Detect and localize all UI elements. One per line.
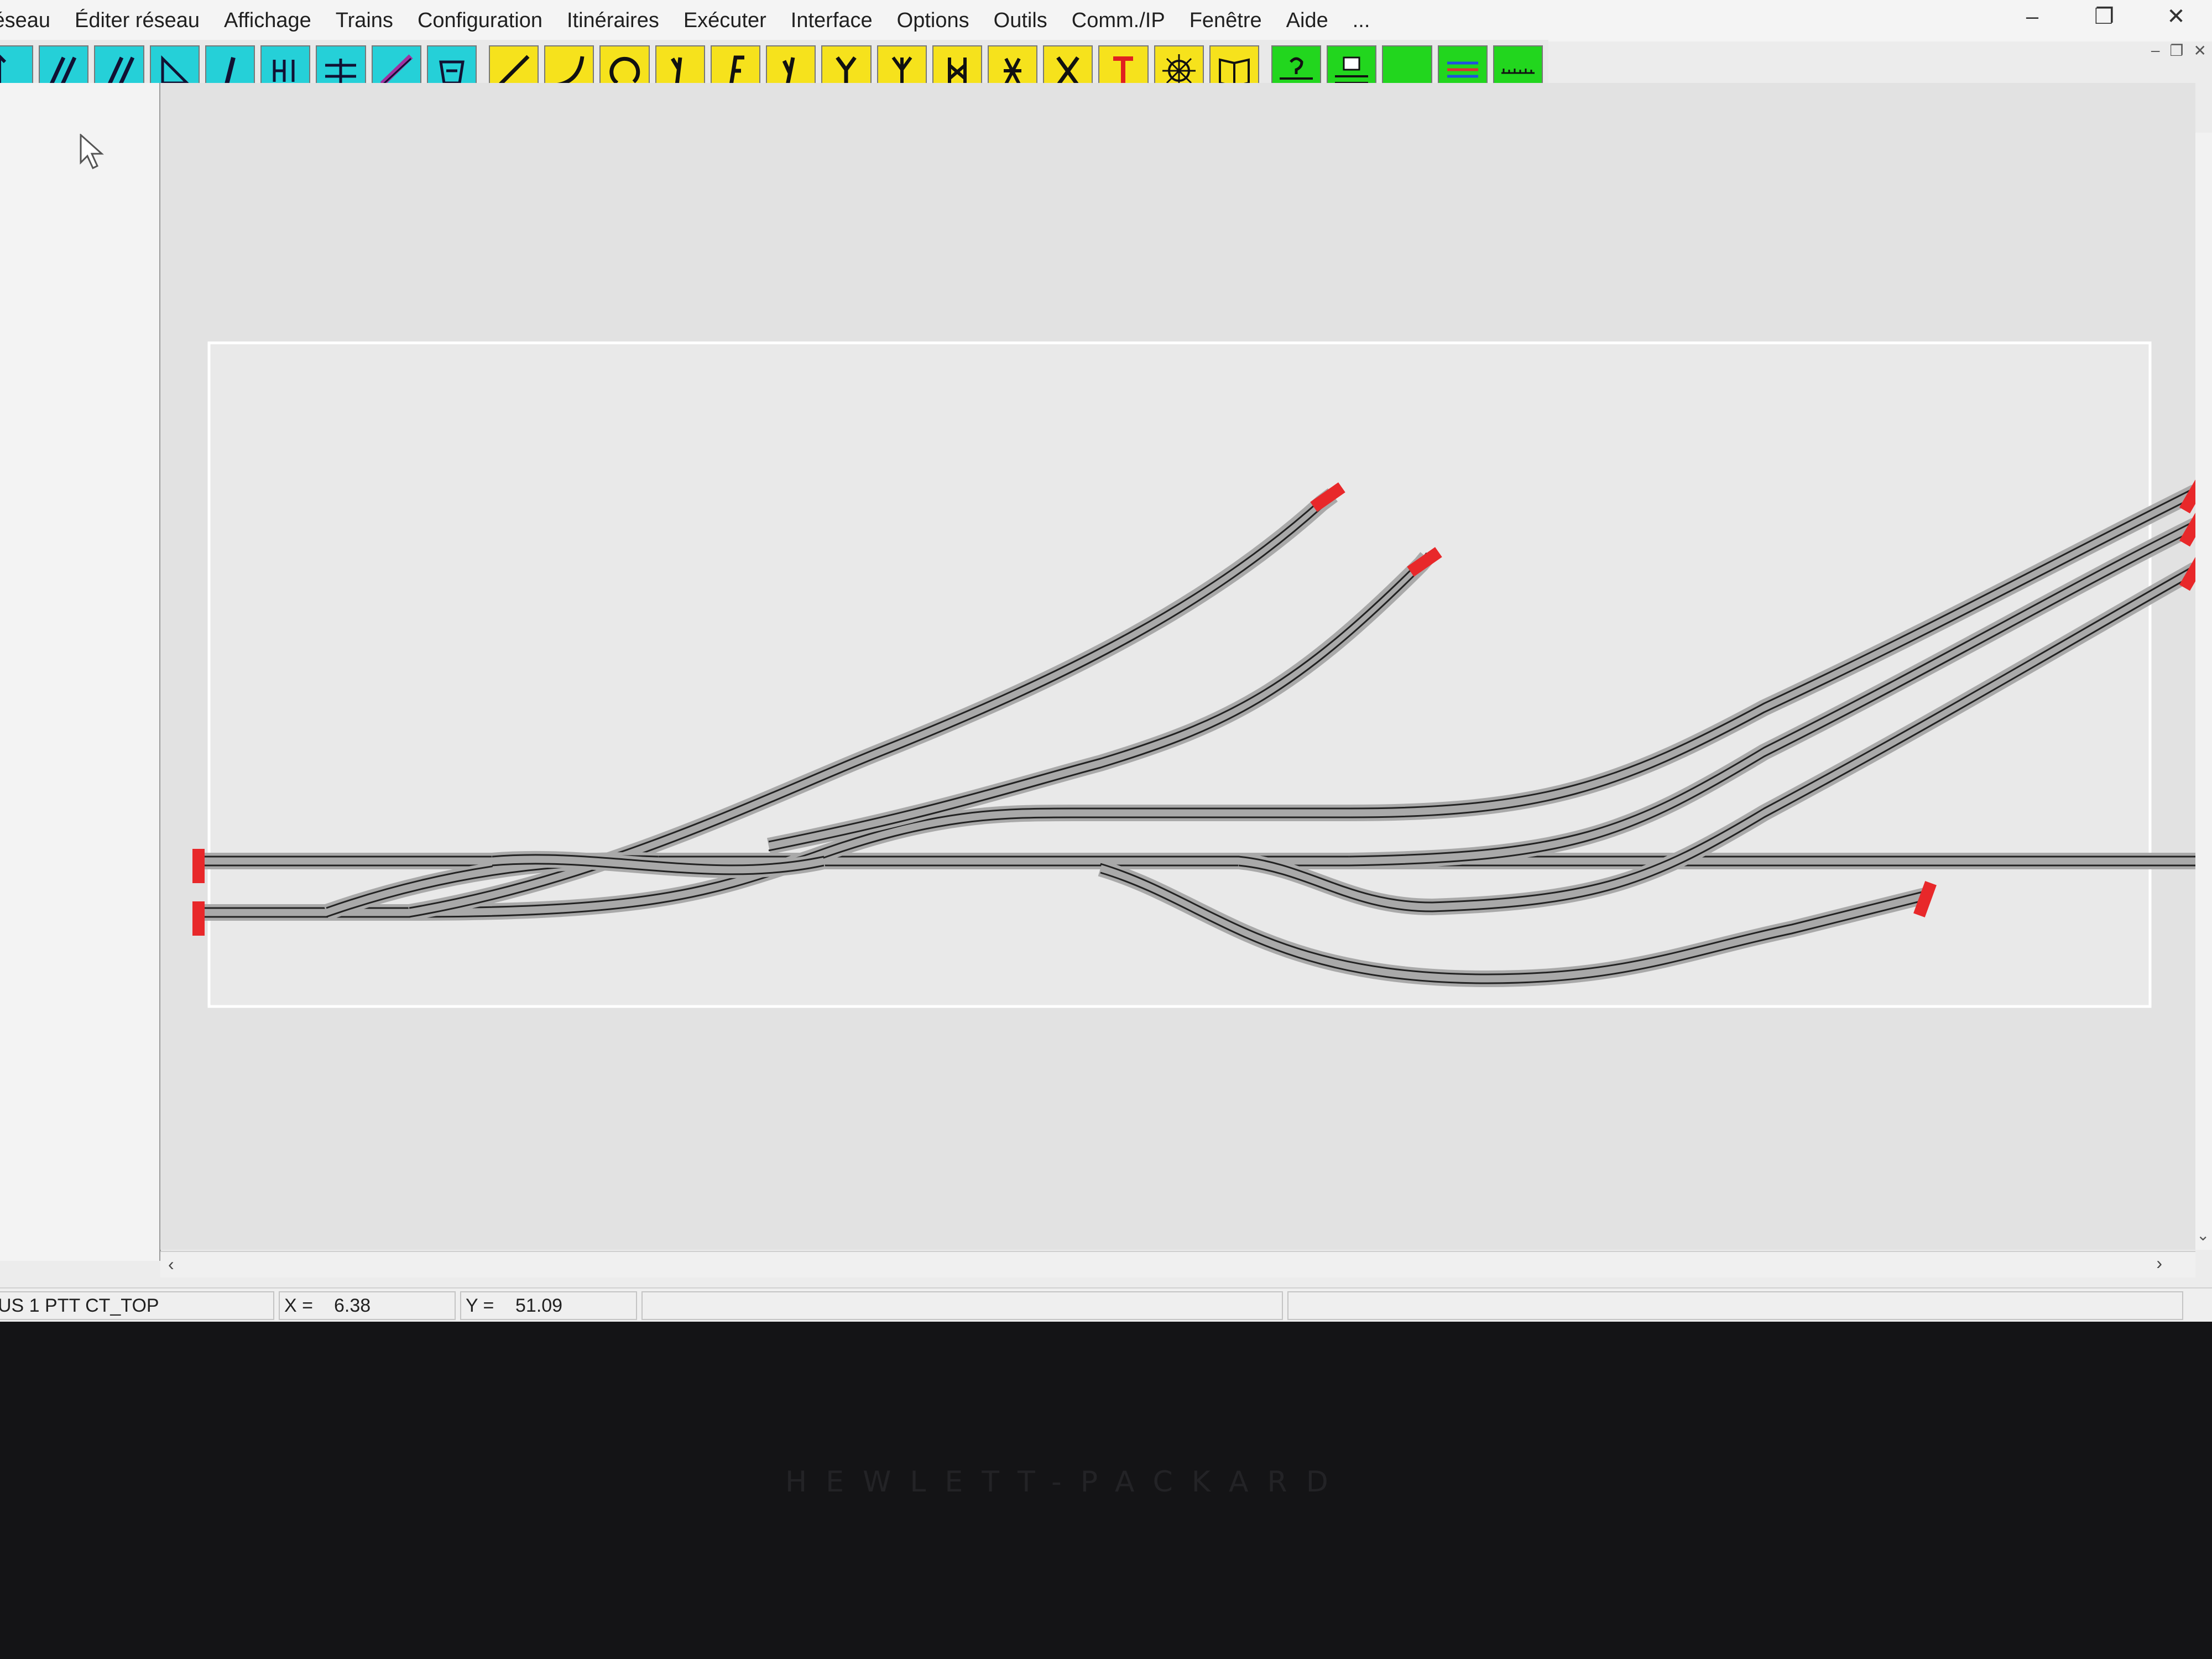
x-coordinate-status: X = 6.38	[279, 1291, 456, 1320]
menu-more[interactable]: ...	[1353, 9, 1370, 33]
minimize-document-button[interactable]: –	[2151, 41, 2160, 60]
laptop-brand-logo: HEWLETT-PACKARD	[785, 1465, 1347, 1499]
restore-window-button[interactable]: ❐	[2068, 0, 2140, 33]
close-window-button[interactable]: ✕	[2140, 0, 2212, 33]
scroll-right-icon[interactable]: ›	[2156, 1253, 2162, 1274]
left-side-panel	[0, 83, 161, 1261]
menu-outils[interactable]: Outils	[994, 9, 1047, 33]
menu-executer[interactable]: Exécuter	[684, 9, 766, 33]
close-document-button[interactable]: ✕	[2194, 41, 2206, 60]
bumper-left-upper[interactable]	[192, 849, 205, 883]
scroll-down-icon[interactable]: ⌄	[2197, 1226, 2209, 1244]
y-label: Y =	[466, 1295, 494, 1316]
status-info-cell	[1287, 1291, 2183, 1320]
restore-document-button[interactable]: ❐	[2169, 41, 2183, 60]
minimize-window-button[interactable]: –	[1996, 0, 2068, 33]
x-label: X =	[284, 1295, 313, 1316]
menu-affichage[interactable]: Affichage	[224, 9, 311, 33]
menu-options[interactable]: Options	[897, 9, 969, 33]
layout-name-status: US 1 PTT CT_TOP	[0, 1291, 274, 1320]
y-coordinate-status: Y = 51.09	[460, 1291, 637, 1320]
scroll-left-icon[interactable]: ‹	[168, 1254, 174, 1275]
menu-reseau[interactable]: Réseau	[0, 9, 50, 33]
menu-fenetre[interactable]: Fenêtre	[1190, 9, 1262, 33]
menu-aide[interactable]: Aide	[1286, 9, 1328, 33]
bumper-left-lower[interactable]	[192, 901, 205, 936]
x-value: 6.38	[334, 1295, 371, 1316]
menu-configuration[interactable]: Configuration	[418, 9, 542, 33]
menu-interface[interactable]: Interface	[791, 9, 873, 33]
mouse-cursor-icon	[80, 134, 104, 170]
layout-name-text: US 1 PTT CT_TOP	[0, 1295, 159, 1316]
document-window-controls: – ❐ ✕	[2151, 41, 2206, 60]
y-value: 51.09	[515, 1295, 563, 1316]
menu-trains[interactable]: Trains	[336, 9, 393, 33]
track-plan	[192, 341, 2195, 1008]
vertical-scrollbar[interactable]: ⌄	[2195, 133, 2212, 1250]
status-message-cell	[641, 1291, 1283, 1320]
application-window: Réseau Éditer réseau Affichage Trains Co…	[0, 0, 2212, 1322]
menu-bar: Réseau Éditer réseau Affichage Trains Co…	[0, 0, 2212, 41]
menu-editer-reseau[interactable]: Éditer réseau	[75, 9, 200, 33]
laptop-bezel: HEWLETT-PACKARD	[0, 1322, 2212, 1659]
menu-comm-ip[interactable]: Comm./IP	[1072, 9, 1165, 33]
status-bar: US 1 PTT CT_TOP X = 6.38 Y = 51.09	[0, 1287, 2212, 1322]
window-controls: – ❐ ✕	[1996, 0, 2212, 33]
layout-canvas[interactable]	[160, 83, 2195, 1250]
menu-itineraires[interactable]: Itinéraires	[567, 9, 659, 33]
horizontal-scrollbar[interactable]: ‹ ›	[160, 1251, 2195, 1277]
